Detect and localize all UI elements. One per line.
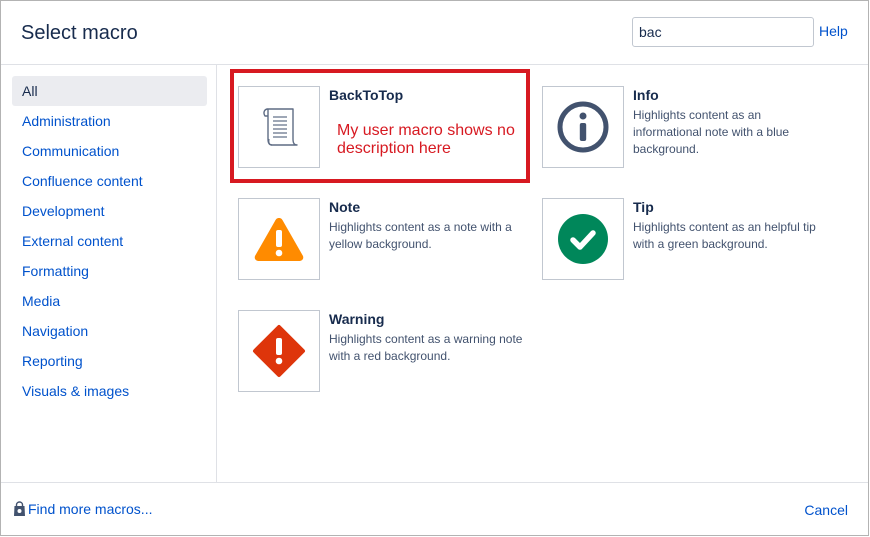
macro-description: Highlights content as a warning note wit… [329, 332, 523, 363]
help-link[interactable]: Help [819, 23, 848, 39]
macro-card-info[interactable]: Info Highlights content as an informatio… [542, 86, 832, 170]
annotation-text: My user macro shows no description here [337, 122, 515, 157]
sidebar-item-navigation[interactable]: Navigation [12, 316, 207, 346]
warning-triangle-icon [254, 218, 304, 261]
macro-description: Highlights content as a note with a yell… [329, 220, 512, 251]
macro-card-warning[interactable]: Warning Highlights content as a warning … [238, 310, 528, 394]
macro-title: Info [633, 87, 659, 103]
sidebar-item-administration[interactable]: Administration [12, 106, 207, 136]
macro-card-note[interactable]: Note Highlights content as a note with a… [238, 198, 528, 282]
error-diamond-icon [253, 325, 305, 377]
macro-card-tip[interactable]: Tip Highlights content as an helpful tip… [542, 198, 832, 282]
macro-thumbnail [238, 310, 320, 392]
select-macro-dialog: Select macro Help All Administration Com… [0, 0, 869, 536]
macro-thumbnail [238, 86, 320, 168]
macro-thumbnail [542, 86, 624, 168]
macro-title: BackToTop [329, 87, 404, 103]
shopping-bag-icon [14, 501, 25, 516]
sidebar-item-formatting[interactable]: Formatting [12, 256, 207, 286]
find-more-macros-link[interactable]: Find more macros... [13, 501, 152, 517]
macro-title: Tip [633, 199, 654, 215]
scroll-icon [263, 108, 298, 146]
find-more-label: Find more macros... [28, 501, 153, 517]
sidebar-item-development[interactable]: Development [12, 196, 207, 226]
macro-title: Warning [329, 311, 385, 327]
sidebar-item-visuals-images[interactable]: Visuals & images [12, 376, 207, 406]
macro-description: Highlights content as an helpful tip wit… [633, 220, 816, 251]
sidebar-item-media[interactable]: Media [12, 286, 207, 316]
search-input[interactable] [632, 17, 814, 47]
sidebar-item-external-content[interactable]: External content [12, 226, 207, 256]
macro-thumbnail [238, 198, 320, 280]
macro-thumbnail [542, 198, 624, 280]
info-icon [557, 101, 609, 153]
sidebar-item-communication[interactable]: Communication [12, 136, 207, 166]
cancel-button[interactable]: Cancel [804, 502, 848, 518]
category-sidebar: All Administration Communication Conflue… [1, 65, 217, 482]
sidebar-item-all[interactable]: All [12, 76, 207, 106]
sidebar-item-confluence-content[interactable]: Confluence content [12, 166, 207, 196]
check-circle-icon [558, 214, 608, 264]
macro-title: Note [329, 199, 361, 215]
sidebar-item-reporting[interactable]: Reporting [12, 346, 207, 376]
dialog-title: Select macro [21, 22, 138, 44]
dialog-footer: Find more macros... Cancel [1, 482, 868, 535]
dialog-header: Select macro Help [1, 1, 868, 65]
macro-description: Highlights content as an informational n… [633, 108, 790, 156]
